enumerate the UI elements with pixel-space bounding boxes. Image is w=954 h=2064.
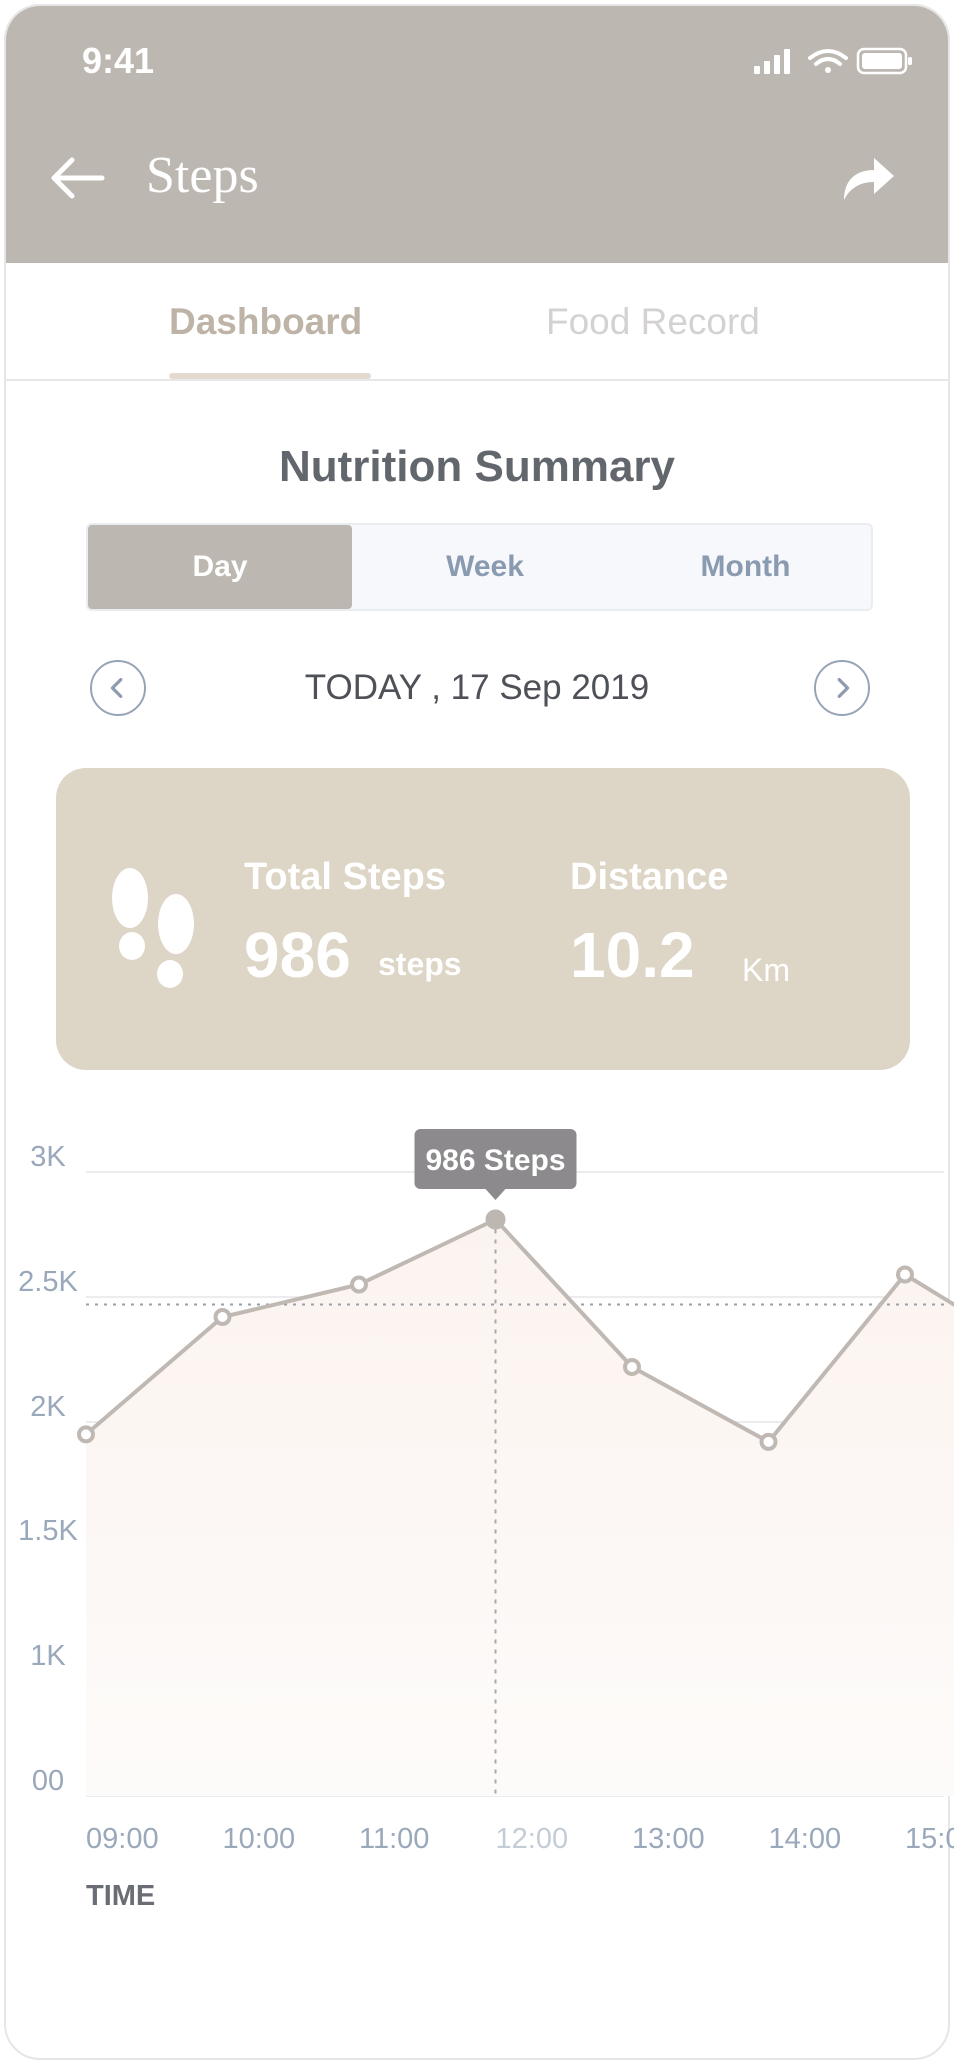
status-time: 9:41 <box>82 40 155 81</box>
tab-bar: Dashboard Food Record <box>6 263 948 381</box>
total-steps-value: 986 <box>244 919 351 991</box>
next-date-button[interactable] <box>814 660 870 716</box>
status-icons <box>754 47 912 75</box>
tab-dashboard[interactable]: Dashboard <box>169 301 362 343</box>
x-axis-label: TIME <box>86 1880 156 1912</box>
period-month-button[interactable]: Month <box>618 525 873 609</box>
arrow-left-icon[interactable] <box>48 154 106 202</box>
total-steps-label: Total Steps <box>244 856 446 898</box>
current-date: TODAY , 17 Sep 2019 <box>304 668 650 707</box>
steps-summary-card: Total Steps 986 steps Distance 10.2 Km <box>56 768 910 1070</box>
page-title: Steps <box>146 147 259 204</box>
section-title: Nutrition Summary <box>278 442 676 491</box>
total-steps-unit: steps <box>378 946 462 982</box>
chevron-right-icon <box>837 678 850 698</box>
battery-icon <box>856 47 912 75</box>
period-day-button[interactable]: Day <box>88 525 352 609</box>
distance-unit: Km <box>742 952 790 988</box>
active-tab-indicator <box>169 373 371 379</box>
distance-value: 10.2 <box>570 919 695 991</box>
wifi-icon <box>808 49 848 73</box>
signal-icon <box>754 49 790 74</box>
tab-food-record[interactable]: Food Record <box>546 301 760 343</box>
phone-frame: 9:41 Steps Dashboard Food Record Nutriti… <box>4 4 950 2060</box>
period-week-button[interactable]: Week <box>352 525 618 609</box>
share-icon[interactable] <box>840 152 896 204</box>
footprints-icon <box>112 868 194 988</box>
period-selector: Day Week Month <box>86 523 873 611</box>
app-header: 9:41 Steps <box>6 6 948 263</box>
date-navigator: TODAY , 17 Sep 2019 <box>6 658 948 722</box>
distance-label: Distance <box>570 856 729 898</box>
